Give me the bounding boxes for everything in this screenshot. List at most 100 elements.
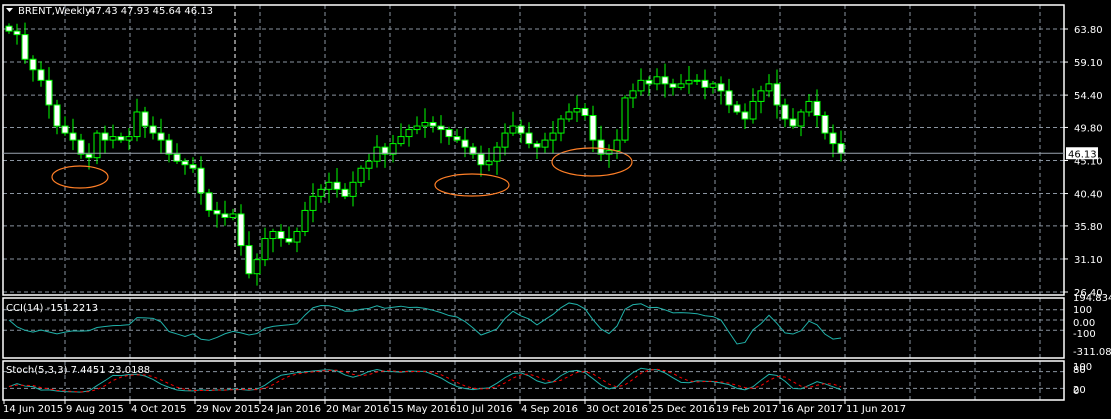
time-label: 4 Oct 2015 bbox=[131, 404, 186, 415]
annotation-ellipse[interactable] bbox=[51, 165, 109, 189]
candle-bear bbox=[181, 160, 189, 166]
chart-window[interactable]: 63.8059.1054.4049.8045.1040.4035.8031.10… bbox=[0, 0, 1111, 419]
candle-bear bbox=[477, 153, 485, 166]
candle-bull bbox=[501, 132, 509, 148]
candle-bull bbox=[653, 76, 661, 85]
time-label: 15 May 2016 bbox=[391, 404, 456, 415]
annotation-ellipse[interactable] bbox=[434, 173, 510, 197]
candle-bear bbox=[773, 83, 781, 106]
candle-bull bbox=[389, 143, 397, 155]
candle-bull bbox=[261, 238, 269, 261]
candle-bull bbox=[621, 97, 629, 141]
time-label: 20 Mar 2016 bbox=[326, 404, 389, 415]
candle-bear bbox=[245, 245, 253, 275]
candle-bull bbox=[765, 83, 773, 92]
candle-bear bbox=[669, 83, 677, 88]
symbol-label: BRENT,Weekly bbox=[18, 6, 91, 17]
candle-bear bbox=[197, 167, 205, 194]
candle-bear bbox=[173, 153, 181, 162]
candle-bear bbox=[445, 129, 453, 138]
candle-bear bbox=[517, 125, 525, 134]
candle-bull bbox=[693, 79, 701, 82]
annotations[interactable] bbox=[51, 147, 633, 197]
candle-bear bbox=[717, 83, 725, 92]
candle-bear bbox=[781, 104, 789, 120]
time-label: 24 Jan 2016 bbox=[261, 404, 321, 415]
cci-tick-label: 194.8343 bbox=[1073, 293, 1111, 304]
candle-bull bbox=[397, 136, 405, 145]
candle-bull bbox=[109, 136, 117, 141]
indicators bbox=[8, 302, 842, 393]
candle-bull bbox=[293, 231, 301, 243]
price-tick-label: 49.80 bbox=[1074, 123, 1103, 134]
time-label: 19 Feb 2017 bbox=[716, 404, 778, 415]
candle-bull bbox=[357, 167, 365, 183]
candle-bear bbox=[645, 79, 653, 85]
candle-bull bbox=[565, 111, 573, 120]
candle-bull bbox=[301, 209, 309, 233]
candle-bull bbox=[373, 146, 381, 162]
cci-line bbox=[8, 302, 842, 345]
candle-bear bbox=[69, 132, 77, 141]
candle-bull bbox=[757, 90, 765, 102]
candle-bear bbox=[141, 111, 149, 127]
candle-bear bbox=[733, 104, 741, 113]
axes: 63.8059.1054.4049.8045.1040.4035.8031.10… bbox=[2, 4, 1111, 415]
candle-bull bbox=[685, 79, 693, 85]
price-tick-label: 31.10 bbox=[1074, 255, 1103, 266]
candle-bull bbox=[485, 160, 493, 166]
candle-bear bbox=[205, 192, 213, 211]
candle-bear bbox=[5, 25, 13, 32]
stoch-label: Stoch(5,3,3) 7.4451 23.0188 bbox=[6, 365, 150, 376]
candle-bear bbox=[789, 118, 797, 127]
price-tick-label: 54.40 bbox=[1074, 91, 1103, 102]
panel-border bbox=[2, 297, 1065, 359]
candle-bull bbox=[253, 259, 261, 275]
candle-bear bbox=[525, 132, 533, 145]
candle-bear bbox=[661, 76, 669, 85]
candle-bull bbox=[421, 122, 429, 127]
candle-bear bbox=[725, 90, 733, 106]
dropdown-triangle-icon[interactable] bbox=[6, 8, 13, 12]
last-price-label: 46.13 bbox=[1068, 149, 1097, 160]
cci-tick-label: -100 bbox=[1073, 329, 1096, 340]
candle-bull bbox=[677, 83, 685, 88]
candle-bear bbox=[61, 125, 69, 134]
candle-bull bbox=[509, 125, 517, 134]
time-label: 11 Jun 2017 bbox=[846, 404, 906, 415]
time-label: 10 Jul 2016 bbox=[456, 404, 513, 415]
candle-bull bbox=[229, 213, 237, 218]
candle-bear bbox=[533, 143, 541, 148]
candle-bull bbox=[541, 139, 549, 148]
cci-tick-label: 100 bbox=[1073, 305, 1092, 316]
candle-bull bbox=[365, 160, 373, 169]
candle-bear bbox=[589, 114, 597, 141]
candle-bear bbox=[101, 132, 109, 141]
price-tick-label: 35.80 bbox=[1074, 222, 1103, 233]
candle-bear bbox=[285, 238, 293, 243]
candle-bull bbox=[93, 132, 101, 159]
cci-tick-label: 0.00 bbox=[1073, 318, 1095, 329]
candle-bear bbox=[453, 136, 461, 141]
candle-bear bbox=[701, 79, 709, 88]
candle-bear bbox=[813, 100, 821, 116]
cci-tick-label: -311.082 bbox=[1073, 347, 1111, 358]
ohlc-label: 47.43 47.93 45.64 46.13 bbox=[89, 6, 213, 17]
stoch-tick-label: 0 bbox=[1073, 386, 1079, 397]
grid bbox=[3, 5, 1064, 400]
candle-bear bbox=[29, 58, 37, 71]
candle-bear bbox=[829, 132, 837, 145]
time-label: 25 Dec 2016 bbox=[651, 404, 715, 415]
candle-bull bbox=[325, 181, 333, 190]
stoch-tick-label: 80 bbox=[1073, 365, 1086, 376]
candle-bear bbox=[821, 114, 829, 134]
candle-bear bbox=[77, 139, 85, 155]
candle-bull bbox=[493, 146, 501, 162]
annotation-ellipse[interactable] bbox=[551, 147, 633, 177]
candle-bull bbox=[125, 136, 133, 141]
candle-bear bbox=[597, 139, 605, 155]
candle-bear bbox=[13, 30, 21, 36]
candle-bull bbox=[557, 118, 565, 134]
candle-bear bbox=[213, 209, 221, 215]
candle-bull bbox=[133, 111, 141, 138]
